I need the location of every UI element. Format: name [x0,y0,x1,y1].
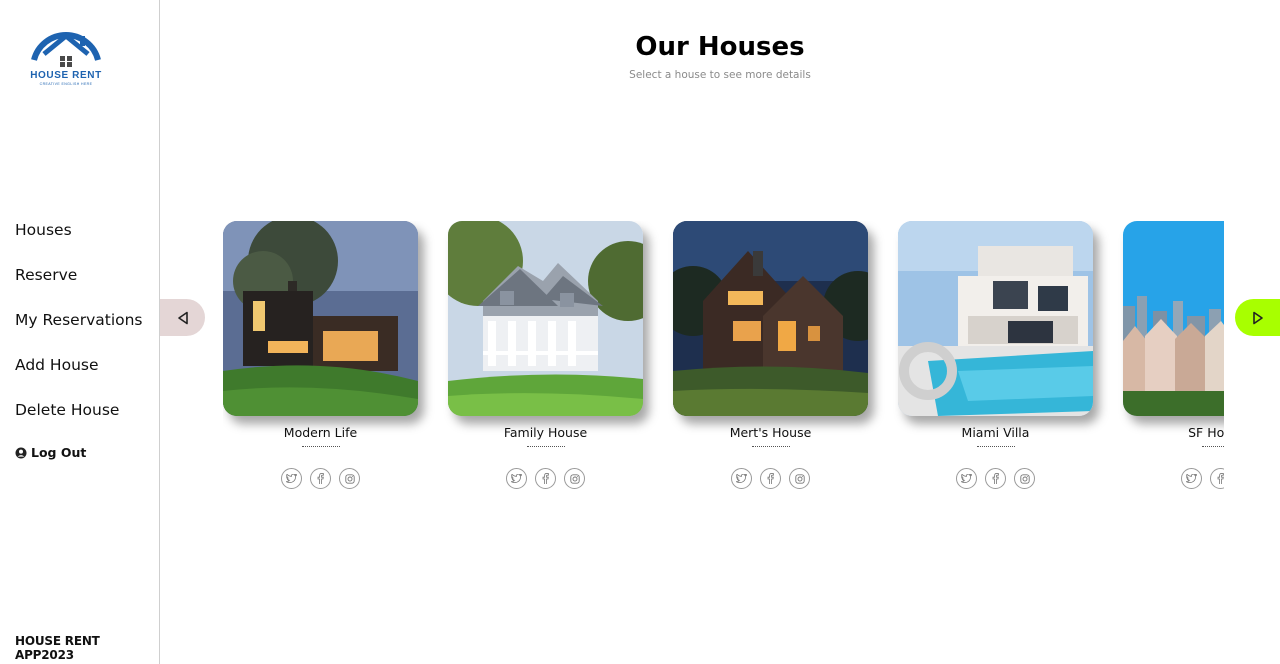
divider [526,446,565,447]
social-links [1123,468,1224,489]
arrow-right-icon [1252,311,1263,324]
facebook-icon[interactable] [535,468,556,489]
house-image[interactable] [898,221,1093,416]
arrow-left-icon [177,311,188,324]
page-subtitle: Select a house to see more details [629,69,811,81]
house-name: SF Houses [1188,425,1224,440]
twitter-icon[interactable] [1181,468,1202,489]
house-image[interactable] [673,221,868,416]
instagram-icon[interactable] [339,468,360,489]
social-links [898,468,1093,489]
divider [976,446,1015,447]
facebook-icon[interactable] [985,468,1006,489]
carousel-next-button[interactable] [1235,299,1280,336]
social-links [223,468,418,489]
social-links [673,468,868,489]
twitter-icon[interactable] [506,468,527,489]
logout-label: Log Out [31,445,87,460]
sidebar-item-add-house[interactable]: Add House [15,353,143,398]
sidebar-item-my-reservations[interactable]: My Reservations [15,308,143,353]
twitter-icon[interactable] [281,468,302,489]
instagram-icon[interactable] [564,468,585,489]
house-image[interactable] [448,221,643,416]
facebook-icon[interactable] [310,468,331,489]
house-card[interactable]: Modern Life [223,221,418,489]
house-rent-logo[interactable]: HOUSE RENT CREATIVE ENGLISH HERE [24,20,108,88]
carousel-prev-button[interactable] [160,299,205,336]
page-title: Our Houses [635,32,805,62]
logout-button[interactable]: Log Out [15,445,86,460]
house-name: Miami Villa [961,425,1030,440]
footer-text: HOUSE RENT APP2023 [15,634,100,662]
instagram-icon[interactable] [789,468,810,489]
house-card[interactable]: Miami Villa [898,221,1093,489]
facebook-icon[interactable] [760,468,781,489]
logo-tagline: CREATIVE ENGLISH HERE [39,82,93,86]
house-image[interactable] [1123,221,1224,416]
facebook-icon[interactable] [1210,468,1224,489]
house-card[interactable]: Family House [448,221,643,489]
twitter-icon[interactable] [956,468,977,489]
instagram-icon[interactable] [1014,468,1035,489]
twitter-icon[interactable] [731,468,752,489]
house-card[interactable]: Mert's House [673,221,868,489]
house-carousel: Modern Life Family House Mert's House Mi… [223,221,1224,521]
divider [751,446,790,447]
house-name: Modern Life [283,425,358,440]
logo-text: HOUSE RENT [30,70,102,81]
sidebar-item-reserve[interactable]: Reserve [15,263,143,308]
house-name: Family House [503,425,588,440]
house-card[interactable]: SF Houses [1123,221,1224,489]
user-circle-icon [15,447,27,458]
house-logo-icon [31,32,101,67]
sidebar-item-delete-house[interactable]: Delete House [15,398,143,443]
house-name: Mert's House [729,425,812,440]
sidebar-item-houses[interactable]: Houses [15,218,143,263]
divider [1201,446,1224,447]
social-links [448,468,643,489]
house-image[interactable] [223,221,418,416]
sidebar: HOUSE RENT CREATIVE ENGLISH HERE Houses … [0,0,160,664]
sidebar-nav: Houses Reserve My Reservations Add House… [15,218,143,443]
divider [301,446,340,447]
